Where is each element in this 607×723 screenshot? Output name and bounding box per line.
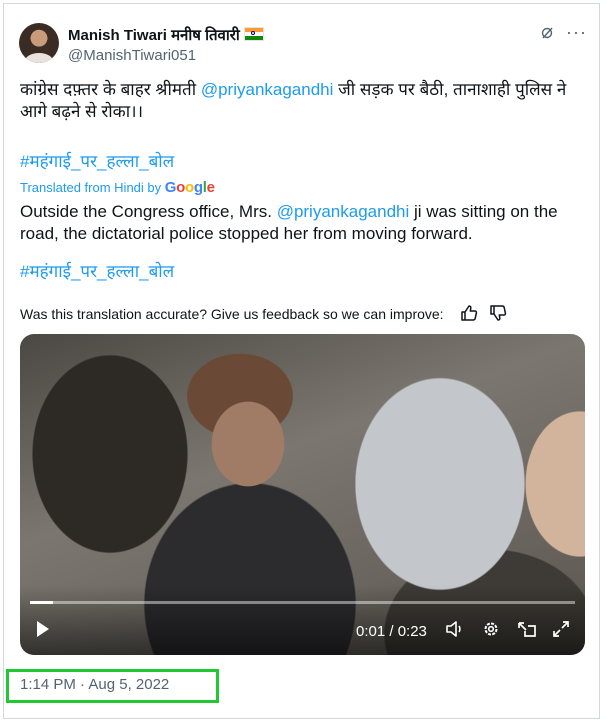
- hashtag-link-translated[interactable]: #महंगाई_पर_हल्ला_बोल: [20, 261, 585, 283]
- grok-icon[interactable]: [540, 26, 554, 40]
- original-text-start: कांग्रेस दफ़्तर के बाहर श्रीमती: [20, 80, 201, 99]
- author-name-text[interactable]: Manish Tiwari मनीष तिवारी: [68, 27, 240, 44]
- timestamp-highlight-box: [6, 669, 219, 703]
- play-icon[interactable]: [36, 620, 50, 638]
- thumbs-down-icon[interactable]: [489, 304, 507, 322]
- video-progress-fill: [30, 601, 54, 604]
- translated-from-label: Translated from Hindi by Google: [20, 179, 215, 196]
- thumbs-up-icon[interactable]: [460, 304, 478, 322]
- author-name[interactable]: Manish Tiwari मनीष तिवारी: [68, 25, 264, 45]
- volume-icon[interactable]: [445, 620, 465, 638]
- fullscreen-icon[interactable]: [552, 620, 570, 638]
- tweet-text-translation: Outside the Congress office, Mrs. @priya…: [20, 201, 585, 245]
- google-logo: Google: [164, 179, 215, 196]
- translation-text-start: Outside the Congress office, Mrs.: [20, 202, 277, 221]
- video-progress-bar[interactable]: [30, 601, 575, 604]
- settings-gear-icon[interactable]: [482, 620, 500, 638]
- more-options-button[interactable]: ···: [566, 22, 587, 43]
- tweet-text-original: कांग्रेस दफ़्तर के बाहर श्रीमती @priyank…: [20, 79, 585, 123]
- video-controls-shade: [20, 585, 585, 655]
- video-time: 0:01 / 0:23: [356, 623, 427, 640]
- mention-link-translated[interactable]: @priyankagandhi: [277, 202, 410, 221]
- india-flag-icon: [243, 27, 264, 41]
- avatar[interactable]: [19, 23, 59, 63]
- translated-from-text: Translated from Hindi by: [20, 180, 165, 195]
- picture-in-picture-icon[interactable]: [517, 620, 537, 638]
- video-player[interactable]: 0:01 / 0:23: [20, 334, 585, 655]
- translation-feedback-prompt: Was this translation accurate? Give us f…: [20, 306, 444, 322]
- mention-link[interactable]: @priyankagandhi: [201, 80, 334, 99]
- hashtag-link[interactable]: #महंगाई_पर_हल्ला_बोल: [20, 151, 585, 173]
- author-handle[interactable]: @ManishTiwari051: [68, 47, 196, 64]
